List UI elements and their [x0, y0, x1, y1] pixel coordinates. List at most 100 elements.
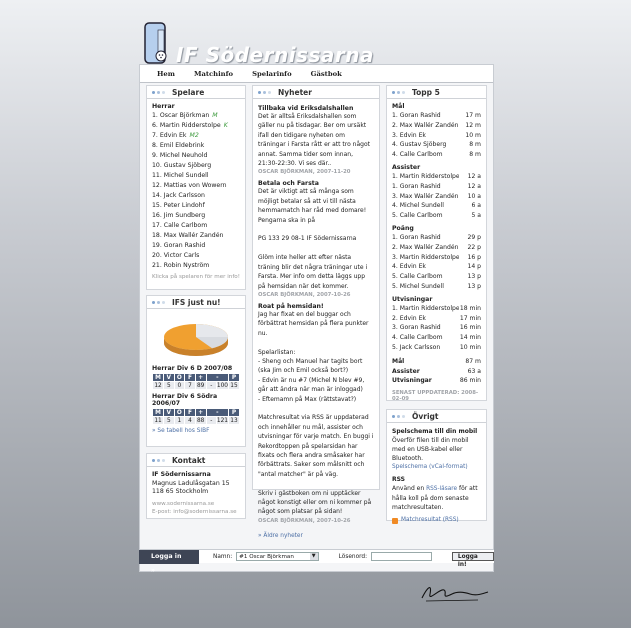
league-table-cell: 7 [184, 381, 196, 390]
league-table-header-row: M V O F + - P [151, 408, 241, 417]
topp5-value: 12 a [467, 182, 481, 190]
schema-title: Spelschema till din mobil [392, 428, 478, 435]
spelare-group: Herrar [152, 103, 175, 110]
league-table-cell: 5 [163, 381, 175, 390]
topp5-value: 16 min [459, 324, 481, 332]
league-table: M V O F + - P 12 5 0 7 89-100 15 [151, 373, 241, 390]
topp5-value: 13 p [467, 282, 481, 290]
topp5-value: 18 min [459, 304, 481, 312]
player-list-item[interactable]: 6. Martin Ridderstolpe K [152, 121, 240, 131]
topp5-player: 5. Calle Carlbom [392, 273, 443, 281]
league-table-cell: - [205, 381, 217, 390]
player-list-item[interactable]: 15. Peter Lindohf [152, 201, 240, 211]
topp5-row[interactable]: 3. Martin Ridderstolpe 16 p [392, 253, 481, 263]
league-table-row: 11 5 1 4 88-121 13 [151, 416, 241, 425]
topp5-row[interactable]: 1. Goran Rashid 29 p [392, 233, 481, 243]
topp5-row[interactable]: 4. Michel Sundell 6 a [392, 201, 481, 211]
schema-link[interactable]: Spelschema (vCal-format) [392, 463, 481, 472]
nav-hem[interactable]: Hem [157, 70, 175, 78]
player-list-item[interactable]: 14. Jack Carlsson [152, 191, 240, 201]
rss-feed-row[interactable]: Matchresultat (RSS) [392, 516, 481, 525]
player-list-item[interactable]: 18. Max Wallér Zandén [152, 231, 240, 241]
player-list-item[interactable]: 1. Oscar Björkman M [152, 111, 240, 121]
league-table-cell: 1 [173, 416, 186, 425]
kontakt-box: Kontakt IF Södernissarna Magnus Ladulåsg… [146, 453, 246, 519]
rss-reader-link[interactable]: RSS-läsare [426, 486, 457, 492]
player-list-item[interactable]: 10. Gustav Sjöberg [152, 161, 240, 171]
topp5-row[interactable]: 5. Jack Carlsson 10 min [392, 343, 481, 353]
news-title[interactable]: Roat på hemsidan! [258, 303, 374, 310]
topp5-row[interactable]: 2. Max Wallér Zandén 12 m [392, 121, 481, 131]
player-list-item[interactable]: 16. Jim Sundberg [152, 211, 240, 221]
topp5-row[interactable]: 4. Gustav Sjöberg 8 m [392, 140, 481, 150]
player-list-item[interactable]: 20. Victor Carls [152, 251, 240, 261]
topp5-player: 3. Goran Rashid [392, 324, 441, 332]
player-name: 20. Victor Carls [152, 252, 200, 259]
topp5-player: 5. Michel Sundell [392, 282, 444, 290]
topp5-total-value: 86 min [459, 377, 481, 385]
topp5-row[interactable]: 5. Calle Carlbom 13 p [392, 272, 481, 282]
rss-feed-link[interactable]: Matchresultat (RSS) [401, 516, 459, 525]
login-button[interactable]: Logga in! [451, 552, 494, 568]
topp5-row[interactable]: 5. Michel Sundell 13 p [392, 282, 481, 292]
player-name: 10. Gustav Sjöberg [152, 162, 212, 169]
topp5-row[interactable]: 4. Edvin Ek 14 p [392, 262, 481, 272]
ovrigt-box: Övrigt Spelschema till din mobil Överför… [386, 409, 487, 524]
nav-gastbok[interactable]: Gästbok [311, 70, 342, 78]
player-name: 6. Martin Ridderstolpe [152, 122, 221, 129]
topp5-player: 5. Jack Carlsson [392, 343, 441, 351]
news-title[interactable]: Betala och Farsta [258, 180, 374, 187]
league-table-cell: 15 [227, 381, 241, 390]
topp5-section-heading: Mål [392, 103, 405, 110]
topp5-row[interactable]: 1. Martin Ridderstolpe 18 min [392, 304, 481, 314]
kontakt-web[interactable]: www.sodernissarna.se [152, 500, 240, 509]
topp5-row[interactable]: 1. Goran Rashid 17 m [392, 111, 481, 121]
topp5-header: Topp 5 [387, 86, 486, 99]
topp5-row[interactable]: 1. Martin Ridderstolpe 12 a [392, 172, 481, 182]
nav-spelarinfo[interactable]: Spelarinfo [252, 70, 292, 78]
password-field[interactable] [371, 552, 432, 561]
ifs-table-link[interactable]: » Se tabell hos SIBF [152, 428, 240, 434]
player-list-item[interactable]: 7. Edvin Ek M2 [152, 131, 240, 141]
topp5-row[interactable]: 2. Edvin Ek 17 min [392, 314, 481, 324]
topp5-row[interactable]: 2. Max Wallér Zandén 22 p [392, 243, 481, 253]
topp5-row[interactable]: 1. Goran Rashid 12 a [392, 182, 481, 192]
topp5-row[interactable]: 3. Max Wallér Zandén 10 a [392, 192, 481, 202]
player-name: 14. Jack Carlsson [152, 192, 205, 199]
player-name: 7. Edvin Ek [152, 132, 187, 139]
kontakt-body: IF Södernissarna Magnus Ladulåsgatan 15 … [147, 467, 245, 521]
spelare-body: Herrar 1. Oscar Björkman M 6. Martin Ridde… [147, 99, 245, 284]
login-tab[interactable]: Logga in » [139, 549, 199, 574]
topp5-row[interactable]: 4. Calle Carlbom 14 min [392, 333, 481, 343]
bullet-dots-icon [392, 414, 407, 418]
topp5-row[interactable]: 3. Goran Rashid 16 min [392, 323, 481, 333]
kontakt-city: 118 65 Stockholm [152, 488, 209, 496]
player-list-item[interactable]: 11. Michel Sundell [152, 171, 240, 181]
topp5-total-label: Utvisningar [392, 377, 432, 385]
kontakt-email[interactable]: E-post: info@sodernissarna.se [152, 508, 240, 517]
topp5-row[interactable]: 5. Calle Carlbom 5 a [392, 211, 481, 221]
older-news-link[interactable]: » Äldre nyheter [253, 533, 379, 539]
rss-title: RSS [392, 476, 405, 483]
topp5-row[interactable]: 4. Calle Carlbom 8 m [392, 150, 481, 160]
news-text: Det är viktigt att så många som möjligt … [258, 188, 368, 290]
nyheter-box: Nyheter Tillbaka vid Eriksdalshallen Det … [252, 85, 380, 539]
player-list-item[interactable]: 21. Robin Nyström [152, 261, 240, 271]
topp5-player: 4. Gustav Sjöberg [392, 141, 447, 149]
spelare-box: Spelare Herrar 1. Oscar Björkman M 6. Mart… [146, 85, 246, 290]
player-list-item[interactable]: 12. Mattias von Wowern [152, 181, 240, 191]
player-list-item[interactable]: 9. Michel Neuhold [152, 151, 240, 161]
nav-matchinfo[interactable]: Matchinfo [194, 70, 233, 78]
player-list-item[interactable]: 17. Calle Carlbom [152, 221, 240, 231]
bullet-dots-icon [152, 90, 167, 94]
news-title[interactable]: Tillbaka vid Eriksdalshallen [258, 105, 374, 112]
player-list-item[interactable]: 19. Goran Rashid [152, 241, 240, 251]
league-table-cell: 4 [184, 416, 196, 425]
league-table-header-cell: P [227, 373, 241, 382]
topp5-player: 3. Martin Ridderstolpe [392, 253, 459, 261]
news-meta: OSCAR BJÖRKMAN, 2007-10-26 [258, 517, 351, 524]
topp5-player: 2. Max Wallér Zandén [392, 243, 459, 251]
topp5-row[interactable]: 3. Edvin Ek 10 m [392, 131, 481, 141]
name-select[interactable]: #1 Oscar Björkman ▼ [236, 552, 319, 561]
player-list-item[interactable]: 8. Emil Eldebrink [152, 141, 240, 151]
